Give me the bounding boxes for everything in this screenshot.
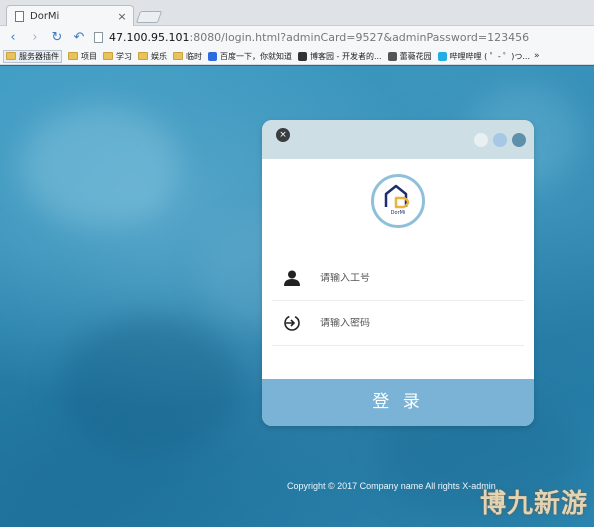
bookmark-label: 项目 bbox=[81, 51, 97, 61]
site-icon bbox=[387, 51, 397, 61]
bookmark-label: 博客园 - 开发者的... bbox=[310, 51, 382, 61]
browser-tab[interactable]: DorMi × bbox=[6, 5, 134, 27]
bookmark-folder[interactable]: 娱乐 bbox=[138, 51, 167, 62]
tab-close-icon[interactable]: × bbox=[115, 10, 129, 23]
address-bar[interactable]: 47.100.95.101:8080/login.html?adminCard=… bbox=[94, 28, 529, 46]
url-path: :8080/login.html?adminCard=9527&adminPas… bbox=[189, 30, 530, 44]
username-input[interactable] bbox=[320, 272, 500, 284]
logo-text: DorMi bbox=[390, 210, 406, 216]
bookmarks-bar: 服务器插件 项目 学习 娱乐 临时 百度一下，你就知道 博客园 - 开发者的..… bbox=[0, 48, 594, 65]
bookmark-label: 百度一下，你就知道 bbox=[220, 51, 292, 61]
folder-icon bbox=[173, 52, 183, 60]
bookmark-label: 蕾薇花园 bbox=[399, 51, 432, 61]
cnblogs-icon bbox=[298, 51, 307, 61]
page-icon bbox=[15, 11, 24, 22]
undo-button[interactable]: ↶ bbox=[70, 28, 88, 46]
folder-icon bbox=[6, 52, 16, 60]
page-icon bbox=[94, 31, 103, 43]
forward-button[interactable]: › bbox=[26, 28, 44, 46]
bookmark-folder[interactable]: 服务器插件 bbox=[3, 49, 62, 63]
url-host: 47.100.95.101 bbox=[109, 30, 190, 44]
bilibili-icon bbox=[437, 51, 447, 61]
bookmark-site[interactable]: 百度一下，你就知道 bbox=[208, 51, 292, 62]
folder-icon bbox=[138, 52, 148, 60]
login-card: × DorMi 登 录 bbox=[262, 120, 534, 426]
baidu-paw-icon bbox=[208, 51, 217, 61]
folder-icon bbox=[103, 52, 113, 60]
tab-title: DorMi bbox=[30, 11, 60, 22]
watermark: 博九新游 bbox=[480, 489, 589, 519]
login-card-header: × bbox=[262, 120, 534, 159]
bookmarks-more-icon[interactable]: » bbox=[534, 51, 540, 61]
bookmark-label: 服务器插件 bbox=[19, 51, 59, 61]
bookmark-label: 哔哩哔哩 ( ゜- ゜)つ... bbox=[449, 51, 530, 61]
user-icon bbox=[282, 268, 302, 288]
dot-dark bbox=[512, 133, 526, 147]
new-tab-button[interactable] bbox=[135, 11, 163, 23]
close-icon[interactable]: × bbox=[276, 128, 290, 142]
dot-light bbox=[474, 133, 488, 147]
username-row bbox=[272, 256, 524, 301]
copyright-text: Copyright © 2017 Company name All rights… bbox=[287, 481, 496, 491]
bookmark-site[interactable]: 博客园 - 开发者的... bbox=[298, 51, 382, 62]
bookmark-site[interactable]: 蕾薇花园 bbox=[387, 51, 432, 62]
bookmark-label: 临时 bbox=[186, 51, 202, 61]
login-button[interactable]: 登 录 bbox=[262, 379, 534, 426]
login-page-background: × DorMi 登 录 bbox=[0, 66, 594, 527]
bookmark-folder[interactable]: 学习 bbox=[103, 51, 132, 62]
bookmark-label: 娱乐 bbox=[151, 51, 167, 61]
browser-toolbar: ‹ › ↻ ↶ 47.100.95.101:8080/login.html?ad… bbox=[0, 26, 594, 48]
window-dots bbox=[474, 133, 526, 147]
bookmark-folder[interactable]: 项目 bbox=[68, 51, 97, 62]
browser-tabstrip: DorMi × bbox=[0, 0, 594, 27]
key-icon bbox=[282, 313, 302, 333]
bookmark-label: 学习 bbox=[116, 51, 132, 61]
reload-button[interactable]: ↻ bbox=[48, 28, 66, 46]
password-row bbox=[272, 301, 524, 346]
back-button[interactable]: ‹ bbox=[4, 28, 22, 46]
folder-icon bbox=[68, 52, 78, 60]
house-logo-icon bbox=[384, 184, 410, 209]
password-input[interactable] bbox=[320, 317, 500, 329]
dot-mid bbox=[493, 133, 507, 147]
dormi-logo: DorMi bbox=[371, 174, 425, 228]
bookmark-folder[interactable]: 临时 bbox=[173, 51, 202, 62]
bookmark-site[interactable]: 哔哩哔哩 ( ゜- ゜)つ... » bbox=[437, 51, 540, 62]
